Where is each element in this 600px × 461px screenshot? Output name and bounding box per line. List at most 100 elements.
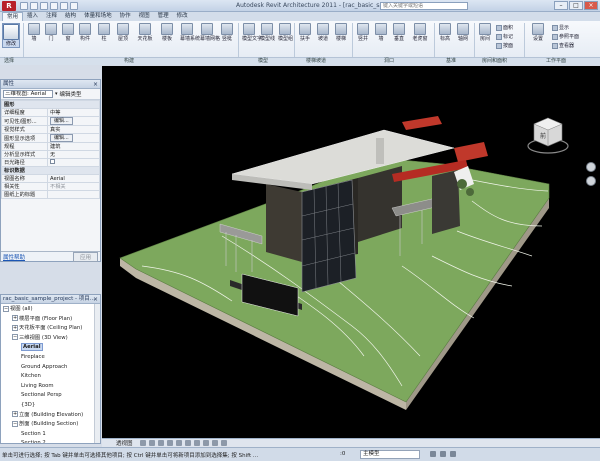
show-crop-icon[interactable] (193, 440, 200, 446)
expand-icon[interactable]: + (12, 324, 18, 331)
modify-button[interactable]: 修改 (2, 23, 20, 48)
design-options-icon[interactable] (450, 451, 456, 457)
detail-level-value[interactable]: 中等 (47, 108, 100, 117)
curtain-grid-button[interactable]: 幕墙网格 (200, 23, 220, 42)
level-button[interactable]: 标高 (438, 23, 452, 42)
filter-icon[interactable] (430, 451, 436, 457)
close-button[interactable]: × (584, 1, 598, 10)
show-workplane-button[interactable]: 显示 (552, 24, 569, 31)
edit-type-button[interactable]: 编辑类型 (60, 90, 82, 98)
collapse-icon[interactable]: − (12, 420, 18, 427)
tab-structure[interactable]: 结构 (61, 12, 80, 21)
ramp-button[interactable]: 坡道 (316, 23, 330, 42)
view-tree-item[interactable]: Living Room (1, 382, 100, 392)
visual-style-icon[interactable] (148, 440, 155, 446)
open-icon[interactable] (20, 2, 28, 10)
title-on-sheet-value[interactable] (47, 190, 100, 199)
set-workplane-button[interactable]: 设置 (528, 23, 548, 42)
editable-only-icon[interactable] (440, 451, 446, 457)
graphic-display-edit-button[interactable]: 编辑... (50, 134, 73, 142)
section-graphics[interactable]: 图形 (1, 100, 100, 109)
3d-viewport[interactable]: 前 (102, 66, 600, 438)
component-button[interactable]: 构件 (78, 23, 92, 42)
area-button[interactable]: 面积 (496, 24, 513, 31)
undo-icon[interactable] (40, 2, 48, 10)
column-button[interactable]: 柱 (97, 23, 111, 42)
crop-view-icon[interactable] (184, 440, 191, 446)
measure-icon[interactable] (60, 2, 68, 10)
view-tree-category[interactable]: − 剖面 (Building Section) (1, 420, 100, 430)
expand-icon[interactable]: + (12, 411, 18, 418)
apply-button[interactable]: 应用 (72, 251, 98, 262)
active-workset-select[interactable]: 主模型 (360, 450, 420, 459)
roof-button[interactable]: 屋顶 (116, 23, 130, 42)
close-icon[interactable]: × (93, 80, 98, 89)
analysis-style-value[interactable]: 无 (47, 150, 100, 159)
wall-button[interactable]: 墙 (27, 23, 41, 42)
model-line-button[interactable]: 模型线 (260, 23, 275, 42)
view-tree-item[interactable]: Kitchen (1, 372, 100, 382)
expand-icon[interactable]: + (12, 315, 18, 322)
view-tree-category[interactable]: − 视图 (all) (1, 305, 100, 315)
view-name-value[interactable]: Aerial (47, 174, 100, 183)
3d-view-icon[interactable] (70, 2, 78, 10)
model-text-button[interactable]: 模型文字 (242, 23, 262, 42)
tab-modify[interactable]: 修改 (173, 12, 192, 21)
tab-massing-site[interactable]: 体量和场地 (80, 12, 116, 21)
floor-button[interactable]: 楼板 (160, 23, 174, 42)
wall-opening-button[interactable]: 墙 (374, 23, 388, 42)
temporary-hide-icon[interactable] (211, 440, 218, 446)
door-button[interactable]: 门 (44, 23, 58, 42)
save-icon[interactable] (30, 2, 38, 10)
view-tree-category[interactable]: + 楼层平面 (Floor Plan) (1, 315, 100, 325)
view-tree-category[interactable]: − 三维视图 (3D View) (1, 334, 100, 344)
render-icon[interactable] (175, 440, 182, 446)
view-tree-category[interactable]: + 天花板平面 (Ceiling Plan) (1, 324, 100, 334)
view-tree-item[interactable]: Section 2 (1, 439, 100, 443)
mullion-button[interactable]: 竖梃 (220, 23, 234, 42)
model-group-button[interactable]: 模型组 (278, 23, 293, 42)
view-tree-category[interactable]: + 立面 (Building Elevation) (1, 411, 100, 421)
application-menu-button[interactable]: R (2, 1, 16, 11)
dormer-button[interactable]: 老虎窗 (410, 23, 430, 42)
tag-button[interactable]: 标记 (496, 33, 513, 40)
vg-edit-button[interactable]: 编辑... (50, 117, 73, 125)
collapse-icon[interactable]: − (12, 334, 18, 341)
ceiling-button[interactable]: 天花板 (134, 23, 156, 42)
group-select[interactable]: 选择 (4, 58, 14, 65)
view-tree-item[interactable]: Fireplace (1, 353, 100, 363)
group-room-area[interactable]: 房间和面积 (482, 58, 507, 65)
close-icon[interactable]: × (93, 295, 98, 304)
view-tree-item[interactable]: Ground Approach (1, 363, 100, 373)
view-tree-item[interactable]: {3D} (1, 401, 100, 411)
tab-collaborate[interactable]: 协作 (116, 12, 135, 21)
window-button[interactable]: 窗 (61, 23, 75, 42)
stair-button[interactable]: 楼梯 (334, 23, 348, 42)
zoom-icon[interactable] (586, 176, 596, 186)
visual-style-value[interactable]: 真实 (47, 125, 100, 134)
sun-path-icon[interactable] (157, 440, 164, 446)
tab-annotate[interactable]: 注释 (42, 12, 61, 21)
reveal-hidden-icon[interactable] (220, 440, 227, 446)
collapse-icon[interactable]: − (3, 305, 9, 312)
help-search-input[interactable]: 键入关键字或短语 (380, 2, 468, 10)
view-tree-item[interactable]: Sectional Persp (1, 391, 100, 401)
curtain-system-button[interactable]: 幕墙系统 (180, 23, 200, 42)
detail-level-icon[interactable] (139, 440, 146, 446)
viewer-button[interactable]: 查看器 (552, 42, 574, 49)
steering-wheel-icon[interactable] (586, 162, 596, 172)
properties-help-link[interactable]: 属性帮助 (3, 253, 25, 261)
tab-home[interactable]: 常用 (2, 12, 24, 21)
railing-button[interactable]: 扶手 (298, 23, 312, 42)
by-face-button[interactable]: 按面 (496, 42, 513, 49)
lock-3d-icon[interactable] (202, 440, 209, 446)
shaft-button[interactable]: 竖井 (356, 23, 370, 42)
room-button[interactable]: 房间 (478, 23, 492, 42)
discipline-value[interactable]: 建筑 (47, 142, 100, 151)
tab-insert[interactable]: 插入 (23, 12, 42, 21)
tab-view[interactable]: 视图 (135, 12, 154, 21)
view-tree-item[interactable]: Section 1 (1, 430, 100, 440)
minimize-button[interactable]: – (554, 1, 568, 10)
chevron-down-icon[interactable]: ▾ (55, 91, 58, 97)
view-tree-item[interactable]: Aerial (1, 343, 100, 353)
